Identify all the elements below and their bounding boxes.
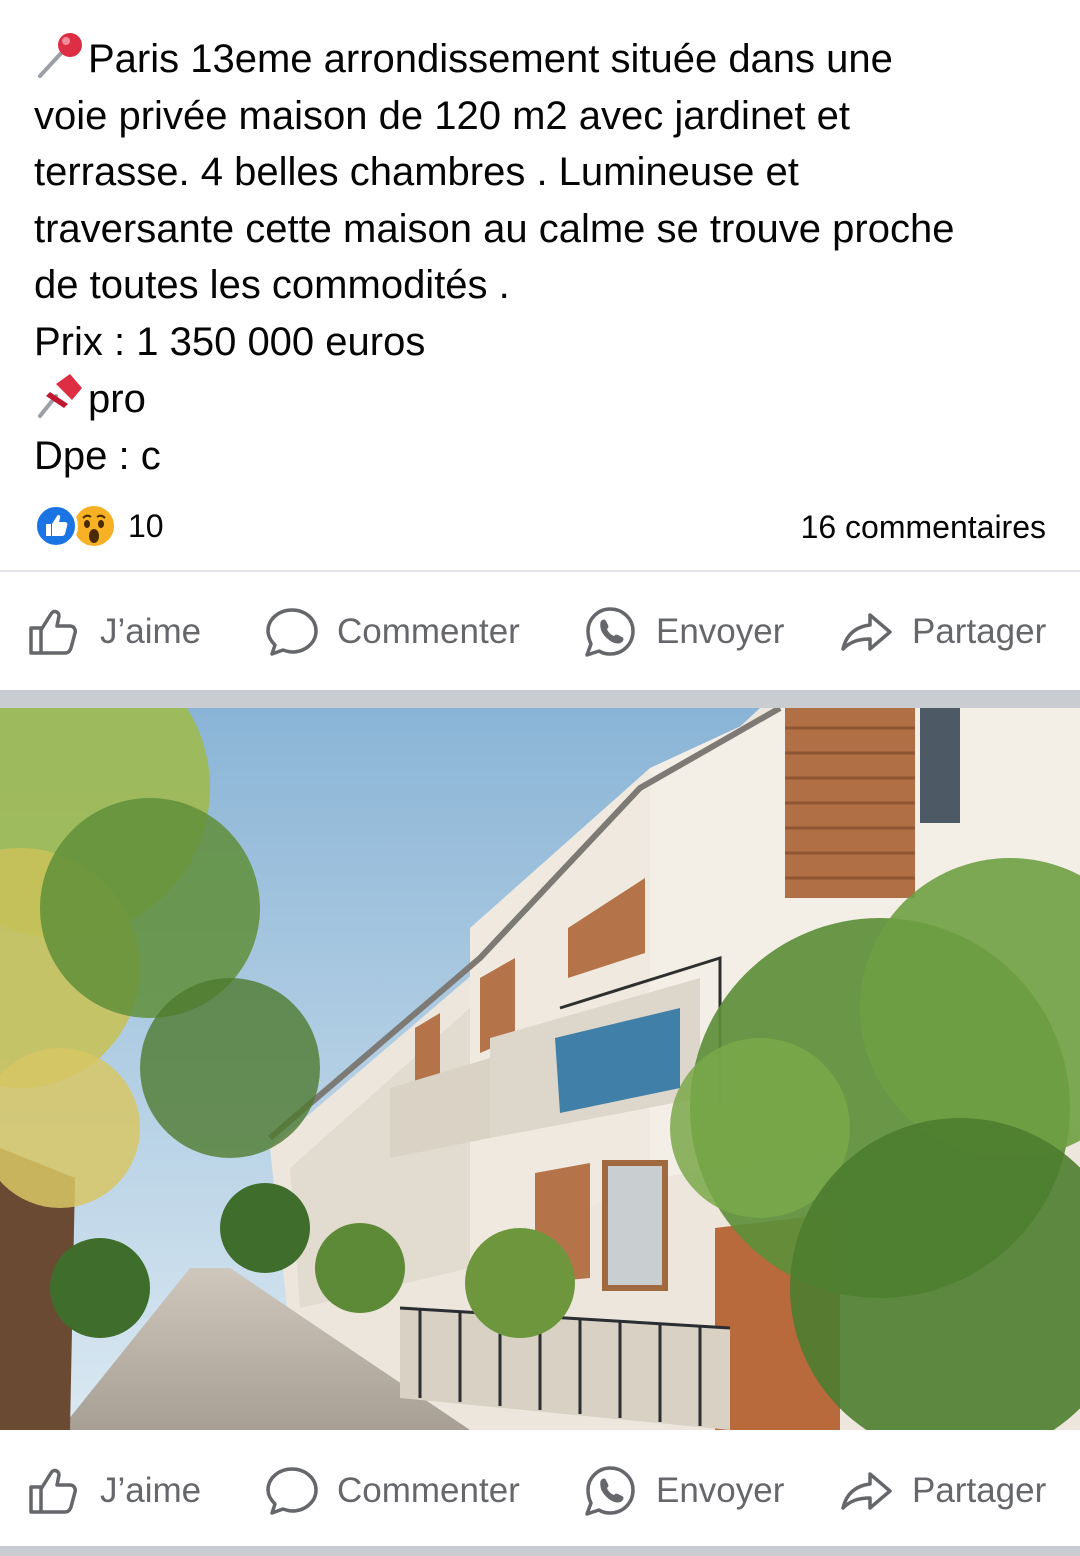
post-line-text: pro [88, 377, 146, 421]
thumbs-up-icon [29, 1468, 77, 1514]
post-line-4: traversante cette maison au calme se tro… [34, 206, 955, 251]
photo-comment-button[interactable]: Commenter [265, 1451, 520, 1531]
house-street-photo [0, 708, 1080, 1430]
share-label: Partager [912, 612, 1047, 651]
share-arrow-icon [841, 613, 892, 651]
reaction-count: 10 [128, 507, 164, 544]
wow-reaction-icon [72, 504, 116, 548]
comment-label: Commenter [337, 612, 520, 651]
post-line-2: voie privée maison de 120 m2 avec jardin… [34, 93, 851, 138]
post-photo[interactable] [0, 708, 1080, 1430]
comment-button[interactable]: Commenter [265, 592, 520, 672]
share-label: Partager [912, 1471, 1047, 1510]
comments-count-link[interactable]: 16 commentaires [801, 509, 1046, 546]
action-bar-photo: J’aime Commenter Envoyer Partager [0, 1451, 1080, 1531]
post-line-7: pro [34, 370, 1054, 428]
post-line-1: Paris 13eme arrondissement située dans u… [34, 30, 1054, 88]
post-dpe: Dpe : c [34, 433, 161, 478]
send-label: Envoyer [656, 612, 785, 651]
photo-share-button[interactable]: Partager [840, 1451, 1046, 1531]
post-text: Paris 13eme arrondissement située dans u… [34, 30, 1054, 484]
whatsapp-icon [585, 1466, 635, 1516]
pushpin-icon [38, 374, 82, 418]
send-button[interactable]: Envoyer [582, 592, 784, 672]
photo-like-button[interactable]: J’aime [28, 1451, 201, 1531]
send-label: Envoyer [656, 1471, 785, 1510]
round-pushpin-icon [38, 33, 82, 78]
post-separator [0, 690, 1080, 708]
post-price: Prix : 1 350 000 euros [34, 319, 426, 364]
photo-send-button[interactable]: Envoyer [582, 1451, 784, 1531]
thumbs-up-icon [29, 609, 77, 655]
divider [0, 570, 1080, 572]
reactions-summary[interactable]: 10 [34, 503, 164, 549]
post-line-3: terrasse. 4 belles chambres . Lumineuse … [34, 150, 799, 194]
like-button[interactable]: J’aime [28, 592, 201, 672]
comment-bubble-icon [266, 1467, 318, 1515]
share-arrow-icon [841, 1472, 892, 1510]
bottom-separator [0, 1546, 1080, 1556]
like-reaction-icon [34, 504, 78, 548]
like-label: J’aime [100, 1471, 202, 1510]
share-button[interactable]: Partager [840, 592, 1046, 672]
post-line-text: Paris 13eme arrondissement située dans u… [88, 37, 893, 81]
comment-bubble-icon [266, 608, 318, 656]
comment-label: Commenter [337, 1471, 520, 1510]
post-stats: 10 16 commentaires [34, 503, 1046, 549]
post-line-5: de toutes les commodités . [34, 263, 510, 307]
action-bar: J’aime Commenter Envoyer Partager [0, 592, 1080, 672]
whatsapp-icon [585, 607, 635, 657]
like-label: J’aime [100, 612, 202, 651]
